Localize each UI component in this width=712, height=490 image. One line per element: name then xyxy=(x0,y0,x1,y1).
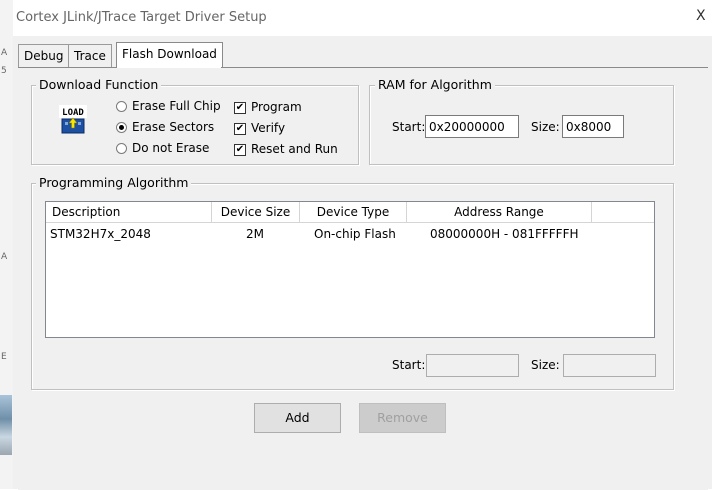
column-header-address-range[interactable]: Address Range xyxy=(407,202,592,223)
reset-and-run-label[interactable]: Reset and Run xyxy=(251,142,338,156)
cell-description: STM32H7x_2048 xyxy=(50,227,151,241)
column-header-empty xyxy=(592,202,654,223)
ram-size-label: Size: xyxy=(531,120,560,134)
algorithm-list[interactable]: Description Device Size Device Type Addr… xyxy=(45,201,655,338)
remove-button[interactable]: Remove xyxy=(359,403,446,433)
load-icon: LOAD xyxy=(58,104,88,136)
add-button[interactable]: Add xyxy=(254,403,341,433)
ram-start-input[interactable]: 0x20000000 xyxy=(425,115,519,138)
erase-sectors-label[interactable]: Erase Sectors xyxy=(132,120,214,134)
table-row[interactable]: STM32H7x_2048 2M On-chip Flash 08000000H… xyxy=(46,224,654,244)
column-header-device-size[interactable]: Device Size xyxy=(212,202,300,223)
erase-full-chip-radio[interactable] xyxy=(116,101,127,112)
algorithm-start-label: Start: xyxy=(392,358,426,372)
load-icon-text: LOAD xyxy=(62,108,84,118)
algorithm-size-label: Size: xyxy=(531,358,560,372)
column-header-device-type[interactable]: Device Type xyxy=(300,202,407,223)
background-image xyxy=(0,395,12,455)
tab-trace[interactable]: Trace xyxy=(68,44,112,67)
tab-flash-download[interactable]: Flash Download xyxy=(116,42,223,68)
do-not-erase-label[interactable]: Do not Erase xyxy=(132,141,209,155)
tab-debug[interactable]: Debug xyxy=(18,44,70,67)
algorithm-size-input[interactable] xyxy=(563,354,656,377)
verify-checkbox[interactable]: ✔ xyxy=(234,123,246,135)
ram-size-input[interactable]: 0x8000 xyxy=(562,115,624,138)
background-glyph: A xyxy=(1,48,8,58)
programming-algorithm-title: Programming Algorithm xyxy=(36,175,192,190)
reset-and-run-checkbox[interactable]: ✔ xyxy=(234,144,246,156)
background-glyph: 5 xyxy=(1,66,7,76)
ram-start-label: Start: xyxy=(392,120,426,134)
program-checkbox[interactable]: ✔ xyxy=(234,102,246,114)
background-glyph: E xyxy=(1,352,7,362)
ram-for-algorithm-title: RAM for Algorithm xyxy=(375,77,495,92)
background-window-strip: A 5 A E xyxy=(0,0,14,489)
cell-device-type: On-chip Flash xyxy=(314,227,396,241)
background-glyph: A xyxy=(1,252,8,262)
window-title: Cortex JLink/JTrace Target Driver Setup xyxy=(16,10,267,25)
column-header-description[interactable]: Description xyxy=(46,202,212,223)
verify-label[interactable]: Verify xyxy=(251,121,285,135)
close-icon[interactable]: X xyxy=(696,8,706,24)
download-function-title: Download Function xyxy=(36,77,162,92)
do-not-erase-radio[interactable] xyxy=(116,143,127,154)
cell-device-size: 2M xyxy=(246,227,264,241)
active-tab-joiner xyxy=(117,66,221,68)
cell-address-range: 08000000H - 081FFFFFH xyxy=(430,227,579,241)
program-label[interactable]: Program xyxy=(251,100,302,114)
erase-full-chip-label[interactable]: Erase Full Chip xyxy=(132,99,221,113)
algorithm-start-input[interactable] xyxy=(426,354,519,377)
erase-sectors-radio[interactable] xyxy=(116,122,127,133)
